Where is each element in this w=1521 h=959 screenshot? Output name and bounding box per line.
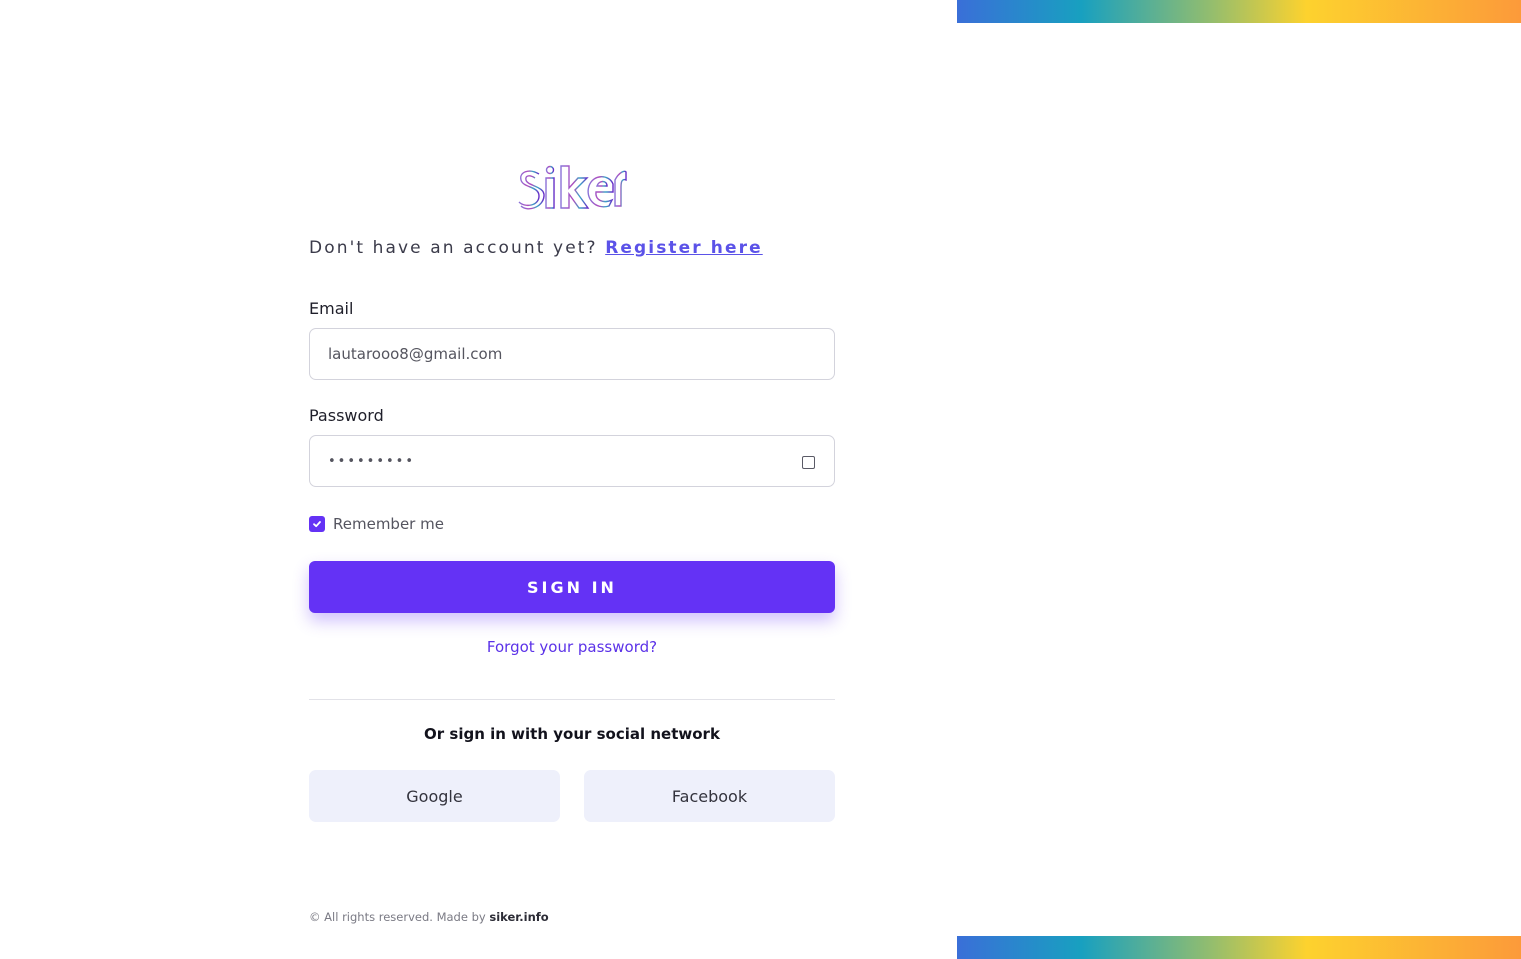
footer-link[interactable]: siker.info [489,910,548,924]
password-field-container [309,435,835,487]
show-password-toggle[interactable] [802,456,815,469]
checkbox-checked-icon[interactable] [309,516,325,532]
bottom-gradient-bar [957,936,1521,959]
password-label: Password [309,406,384,425]
sign-in-button[interactable]: SIGN IN [309,561,835,613]
remember-me-label: Remember me [333,515,444,533]
social-sign-in-title: Or sign in with your social network [424,725,720,743]
facebook-sign-in-button[interactable]: Facebook [584,770,835,822]
divider [309,699,835,700]
login-page: Don't have an account yet? Register here… [0,0,1521,959]
top-gradient-bar [957,0,1521,23]
footer-text: © All rights reserved. Made by [309,910,486,924]
register-prompt-text: Don't have an account yet? [309,238,598,258]
email-label: Email [309,299,354,318]
email-field-container [309,328,835,380]
siker-logo [517,162,627,212]
remember-me-checkbox[interactable]: Remember me [309,515,444,533]
google-sign-in-button[interactable]: Google [309,770,560,822]
email-field[interactable] [328,329,818,379]
password-field[interactable] [328,436,788,486]
forgot-password-link[interactable]: Forgot your password? [309,638,835,656]
register-link[interactable]: Register here [605,238,763,258]
register-prompt: Don't have an account yet? Register here [309,238,763,258]
footer: © All rights reserved. Made by siker.inf… [309,910,549,924]
